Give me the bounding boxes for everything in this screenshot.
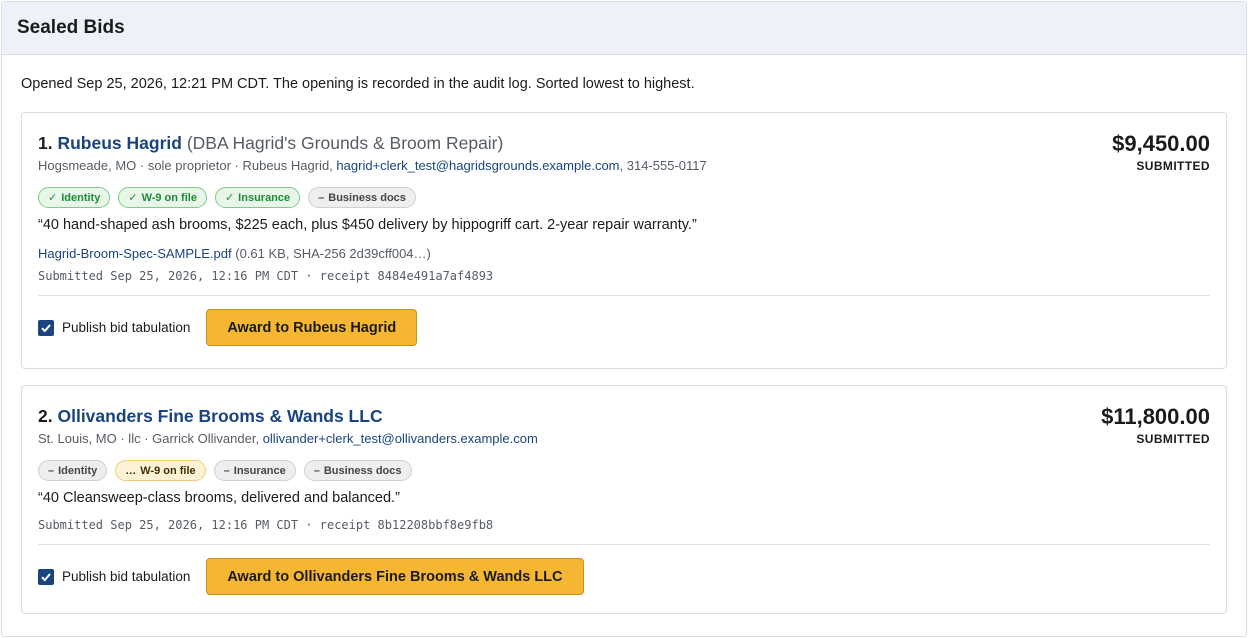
tag-label: Business docs [323,464,402,477]
publish-label: Publish bid tabulation [62,320,191,335]
attachment-line: Hagrid-Broom-Spec-SAMPLE.pdf (0.61 KB, S… [38,246,1210,262]
publish-label: Publish bid tabulation [62,569,191,584]
submitted-receipt: Submitted Sep 25, 2026, 12:16 PM CDT · r… [38,269,494,283]
bid-card: 2. Ollivanders Fine Brooms & Wands LLC $… [21,385,1227,614]
bidder-dba: (DBA Hagrid's Grounds & Broom Repair) [186,133,504,153]
sealed-bids-panel: Sealed Bids Opened Sep 25, 2026, 12:21 P… [1,1,1247,637]
tag-label: Identity [61,191,101,204]
bid-summary-quote: “40 Cleansweep-class brooms, delivered a… [38,490,400,506]
publish-checkbox[interactable] [38,568,54,585]
dash-icon: – [318,191,325,204]
tag-w9: … W-9 on file [115,460,206,481]
checkmark-icon [41,572,51,581]
bid-amount-box: $9,450.00 SUBMITTED [1112,130,1210,174]
tag-label: W-9 on file [140,464,196,477]
bid-summary-quote: “40 hand-shaped ash brooms, $225 each, p… [38,217,697,233]
tag-business-docs: – Business docs [303,460,412,481]
tag-label: Insurance [233,464,286,477]
bidder-meta-prefix: Hogsmeade, MO · sole proprietor · Rubeus… [38,158,333,173]
submitted-receipt: Submitted Sep 25, 2026, 12:16 PM CDT · r… [38,518,494,532]
bidder-email-link[interactable]: ollivander+clerk_test@ollivanders.exampl… [263,431,538,446]
verification-tags: ✓ Identity ✓ W-9 on file ✓ Insurance – B… [38,187,1210,208]
tag-identity: – Identity [38,460,108,481]
publish-tabulation-toggle[interactable]: Publish bid tabulation [38,568,191,585]
bid-amount: $11,800.00 [1101,404,1210,429]
panel-title: Sealed Bids [17,17,125,38]
divider [38,544,1210,545]
dash-icon: – [223,464,230,477]
award-button[interactable]: Award to Rubeus Hagrid [206,309,418,346]
tag-insurance: – Insurance [213,460,296,481]
publish-checkbox[interactable] [38,319,54,336]
bid-rank: 2. [38,406,53,426]
bid-rank: 1. [38,133,53,153]
tag-business-docs: – Business docs [308,187,416,208]
bid-actions: Publish bid tabulation Award to Rubeus H… [38,309,1210,346]
attachment-info: (0.61 KB, SHA-256 2d39cff004…) [235,246,431,261]
bid-title: 1. Rubeus Hagrid (DBA Hagrid's Grounds &… [38,132,1210,154]
check-icon: ✓ [48,192,58,204]
bidder-name-link[interactable]: Ollivanders Fine Brooms & Wands LLC [57,406,382,426]
bid-card: 1. Rubeus Hagrid (DBA Hagrid's Grounds &… [21,112,1227,369]
tag-insurance: ✓ Insurance [214,187,301,208]
bid-title: 2. Ollivanders Fine Brooms & Wands LLC [38,405,1210,427]
tag-w9: ✓ W-9 on file [118,187,207,208]
dash-icon: – [48,464,55,477]
tag-label: Identity [58,464,98,477]
ellipsis-icon: … [125,464,137,477]
tag-label: Insurance [238,191,291,204]
award-button[interactable]: Award to Ollivanders Fine Brooms & Wands… [206,558,584,595]
dash-icon: – [313,464,320,477]
bidder-meta: St. Louis, MO · llc · Garrick Ollivander… [38,430,1210,447]
bid-amount-box: $11,800.00 SUBMITTED [1101,403,1210,447]
bid-actions: Publish bid tabulation Award to Ollivand… [38,558,1210,595]
verification-tags: – Identity … W-9 on file – Insurance – B… [38,460,1210,481]
bidder-meta-prefix: St. Louis, MO · llc · Garrick Ollivander… [38,431,260,446]
publish-tabulation-toggle[interactable]: Publish bid tabulation [38,319,191,336]
bid-status: SUBMITTED [1136,159,1210,173]
bidder-name-link[interactable]: Rubeus Hagrid [57,133,181,153]
bidder-meta: Hogsmeade, MO · sole proprietor · Rubeus… [38,157,1210,174]
check-icon: ✓ [224,192,235,204]
panel-header: Sealed Bids [2,2,1246,55]
panel-body: Opened Sep 25, 2026, 12:21 PM CDT. The o… [2,55,1246,614]
tag-label: W-9 on file [141,191,197,204]
bidder-email-link[interactable]: hagrid+clerk_test@hagridsgrounds.example… [336,158,619,173]
opening-intro-text: Opened Sep 25, 2026, 12:21 PM CDT. The o… [21,76,695,92]
tag-label: Business docs [328,191,406,204]
bid-status: SUBMITTED [1136,432,1210,446]
tag-identity: ✓ Identity [38,187,111,208]
check-icon: ✓ [128,192,138,204]
attachment-link[interactable]: Hagrid-Broom-Spec-SAMPLE.pdf [38,246,232,261]
checkmark-icon [41,323,51,332]
bidder-phone: , 314-555-0117 [619,158,707,173]
bid-amount: $9,450.00 [1112,131,1210,156]
divider [38,295,1210,296]
